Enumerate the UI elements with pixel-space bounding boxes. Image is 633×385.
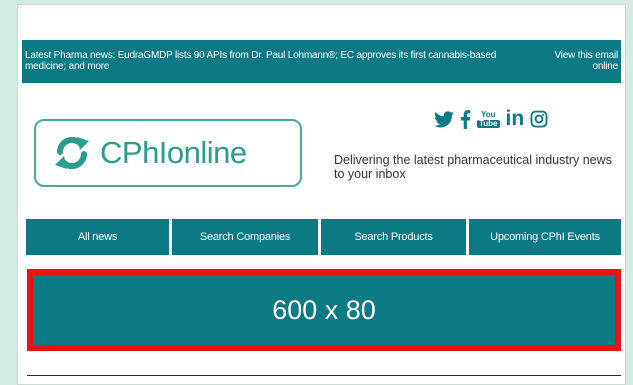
main-nav: All news Search Companies Search Product… bbox=[26, 219, 621, 255]
cycle-arrows-icon bbox=[55, 136, 89, 170]
tagline: Delivering the latest pharmaceutical ind… bbox=[334, 153, 612, 181]
preheader-news-text: Latest Pharma news: EudraGMDP lists 90 A… bbox=[25, 50, 497, 72]
email-body: Latest Pharma news: EudraGMDP lists 90 A… bbox=[17, 4, 626, 385]
nav-search-companies[interactable]: Search Companies bbox=[172, 219, 318, 255]
facebook-icon[interactable] bbox=[460, 109, 471, 129]
social-links: You Tube in bbox=[434, 107, 548, 131]
twitter-icon[interactable] bbox=[434, 110, 454, 128]
banner-size-label: 600 x 80 bbox=[272, 294, 376, 325]
instagram-icon[interactable] bbox=[530, 110, 548, 128]
view-online-link[interactable]: View this email online bbox=[536, 50, 618, 72]
nav-all-news[interactable]: All news bbox=[26, 219, 169, 255]
linkedin-icon[interactable]: in bbox=[506, 108, 525, 129]
ad-banner[interactable]: 600 x 80 bbox=[27, 269, 621, 351]
nav-search-products[interactable]: Search Products bbox=[321, 219, 466, 255]
divider bbox=[27, 375, 621, 376]
logo-text: CPhIonline bbox=[100, 135, 247, 170]
cphi-online-logo[interactable]: CPhIonline bbox=[34, 119, 302, 187]
youtube-icon[interactable]: You Tube bbox=[477, 110, 500, 128]
nav-upcoming-events[interactable]: Upcoming CPhI Events bbox=[469, 219, 621, 255]
header-bar: Latest Pharma news: EudraGMDP lists 90 A… bbox=[22, 40, 621, 83]
